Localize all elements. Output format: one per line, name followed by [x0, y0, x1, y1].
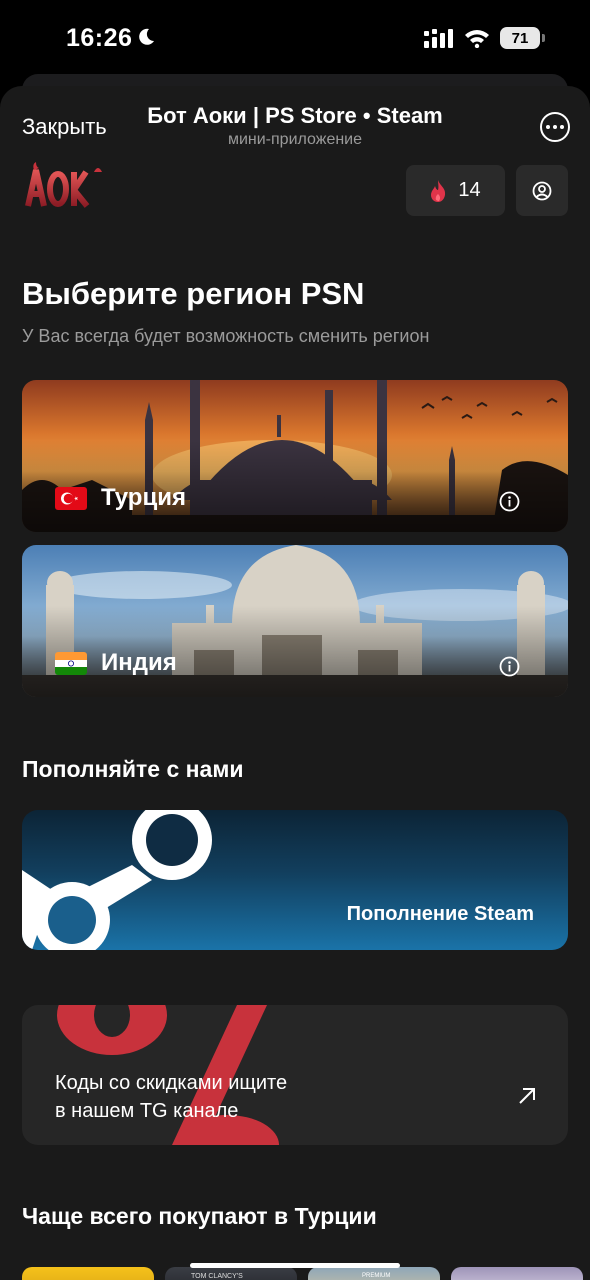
steam-topup-card[interactable]: Пополнение Steam	[22, 810, 568, 950]
region-section-title: Выберите регион PSN	[22, 276, 365, 311]
fire-count: 14	[458, 179, 481, 201]
codes-text: Коды со скидками ищите в нашем TG канале	[55, 1069, 287, 1125]
popular-section-title: Чаще всего покупают в Турции	[22, 1203, 377, 1229]
game-thumbnail[interactable]: TOM CLANCY'S	[165, 1267, 297, 1280]
fire-icon	[431, 179, 446, 202]
more-dots-icon	[546, 125, 550, 129]
region-card-india[interactable]: Индия	[22, 545, 568, 697]
codes-line-2: в нашем TG канале	[55, 1100, 239, 1122]
home-indicator	[190, 1263, 400, 1268]
app-title: Бот Аоки | PS Store • Steam	[147, 103, 443, 128]
arrow-up-right-icon[interactable]	[516, 1085, 538, 1107]
status-bar: 16:26 71	[0, 0, 590, 80]
battery-indicator: 71	[500, 27, 545, 49]
info-icon[interactable]	[499, 656, 520, 677]
region-label-india: Индия	[55, 649, 177, 677]
signal-icon	[424, 29, 453, 48]
mini-app-sheet: Закрыть Бот Аоки | PS Store • Steam мини…	[0, 86, 590, 1280]
region-card-turkey[interactable]: Турция	[22, 380, 568, 532]
region-name: Турция	[101, 484, 186, 511]
topup-section-title: Пополняйте с нами	[22, 756, 244, 782]
india-flag-icon	[55, 651, 87, 675]
app-subtitle: мини-приложение	[227, 131, 363, 148]
aoki-logo	[25, 162, 102, 208]
region-name: Индия	[101, 649, 177, 676]
game-thumbnail[interactable]: PREMIUM	[308, 1267, 440, 1280]
user-icon	[532, 181, 552, 200]
game-thumbnail[interactable]	[451, 1267, 583, 1280]
fire-counter[interactable]: 14	[406, 165, 505, 216]
game-caption: TOM CLANCY'S	[191, 1273, 243, 1280]
more-options-button[interactable]	[540, 112, 570, 142]
codes-line-1: Коды со скидками ищите	[55, 1072, 288, 1094]
status-time: 16:26	[66, 24, 133, 52]
wifi-icon	[465, 30, 489, 48]
region-label-turkey: Турция	[55, 484, 186, 512]
turkey-flag-icon	[55, 486, 87, 510]
profile-button[interactable]	[516, 165, 568, 216]
region-section-subtitle: У Вас всегда будет возможность сменить р…	[22, 326, 430, 346]
game-caption: PREMIUM	[362, 1273, 391, 1279]
info-icon[interactable]	[499, 491, 520, 512]
game-thumbnail[interactable]	[22, 1267, 154, 1280]
discount-codes-card[interactable]: Коды со скидками ищите в нашем TG канале	[22, 1005, 568, 1145]
steam-logo-icon	[22, 810, 212, 950]
status-icons: 71	[424, 27, 545, 49]
moon-icon	[139, 28, 154, 45]
steam-topup-label: Пополнение Steam	[346, 903, 534, 925]
